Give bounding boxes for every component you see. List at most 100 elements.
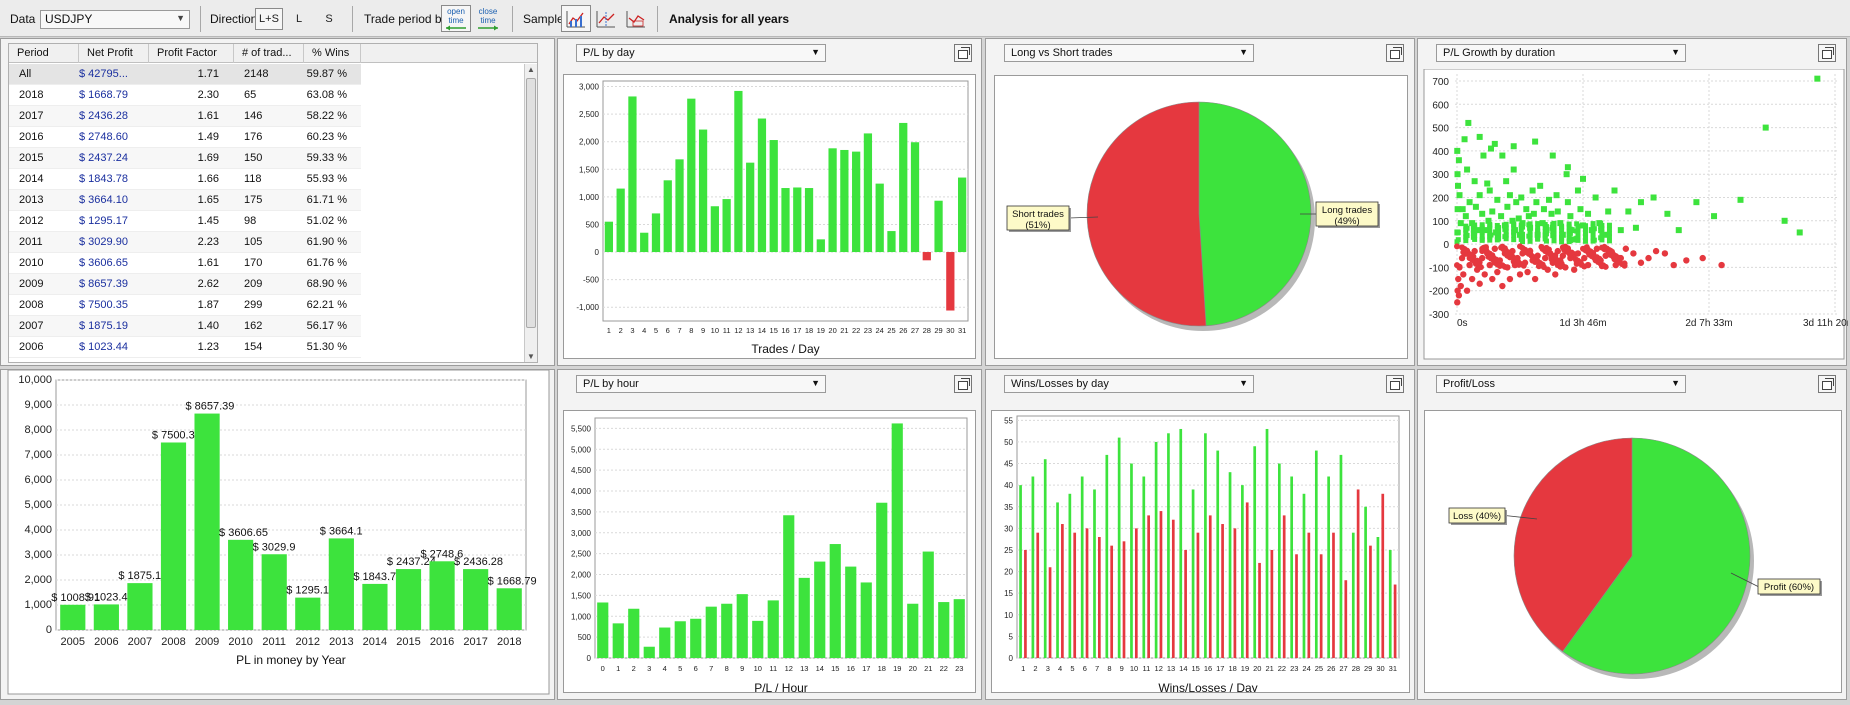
growth-chart: -300 -200 -100 0 100 200 300 400 500 600 700 0s 1d 3… [1418,68,1850,365]
loss-point [1645,254,1652,262]
scroll-down-icon[interactable]: ▼ [527,352,535,361]
x-tick-label: 12 [1155,664,1163,673]
pl-by-day-dropdown[interactable]: P/L by day ▼ [576,44,826,62]
y-tick-label: -300 [1429,310,1449,321]
profit-point [1564,199,1571,206]
x-tick-label: 14 [1179,664,1187,673]
loss-bar [1332,532,1335,658]
x-tick-label: 2017 [463,636,487,648]
maximize-button[interactable] [954,375,972,393]
bar [887,231,896,253]
bar [767,600,779,658]
cell-period: 2009 [19,278,44,290]
x-tick-label: 0 [601,664,605,673]
wins-losses-dropdown[interactable]: Wins/Losses by day ▼ [1004,375,1254,393]
loss-point [1562,264,1569,271]
loss-point [1630,250,1637,257]
table-row[interactable]: 2006 $ 1023.44 1.23 154 51.30 % [9,337,361,358]
table-row[interactable]: 2008 $ 7500.35 1.87 299 62.21 % [9,295,361,316]
loss-point [1496,257,1504,264]
win-bar [1339,454,1343,658]
loss-point [1516,271,1524,278]
maximize-button[interactable] [954,44,972,62]
table-row[interactable]: 2009 $ 8657.39 2.62 209 68.90 % [9,274,361,295]
profit-point [1465,119,1472,126]
table-row[interactable]: 2011 $ 3029.90 2.23 105 61.90 % [9,232,361,253]
direction-long-button[interactable]: L [285,8,313,30]
cell-trades: 65 [244,89,257,101]
pl-by-hour-dropdown[interactable]: P/L by hour ▼ [576,375,826,393]
table-scrollbar[interactable]: ▲ ▼ [524,64,537,362]
sample-is-button[interactable] [591,5,621,32]
wins-losses-title: Wins/Losses by day [1011,378,1109,390]
loss-point [1482,244,1489,251]
y-tick-label: 7,000 [24,449,52,461]
cell-profit-factor: 1.71 [197,68,219,80]
profit-point [1539,220,1546,227]
direction-both-button[interactable]: L+S [255,8,283,30]
sample-all-button[interactable] [561,5,591,32]
column-header-profit-factor[interactable]: Profit Factor [149,44,234,63]
maximize-button[interactable] [1818,375,1836,393]
sample-oos-button[interactable] [621,5,651,32]
bar [746,162,755,253]
column-header-period[interactable]: Period [9,44,79,63]
pl-by-day-svg: -1,000 -500 0 500 1,000 1,500 2,000 2,500 3,000 1… [576,80,969,356]
table-row[interactable]: 2018 $ 1668.79 2.30 65 63.08 % [9,85,361,106]
bar [496,588,522,630]
growth-dropdown[interactable]: P/L Growth by duration ▼ [1436,44,1686,62]
long-short-dropdown[interactable]: Long vs Short trades ▼ [1004,44,1254,62]
scroll-thumb[interactable] [526,78,536,328]
maximize-button[interactable] [1386,375,1404,393]
x-tick-label: 4 [1058,664,1062,673]
x-tick-label: 7 [677,326,681,335]
loss-point [1564,245,1572,252]
column-header-trades[interactable]: # of trad... [234,44,304,63]
table-row[interactable]: 2007 $ 1875.19 1.40 162 56.17 % [9,316,361,337]
table-row[interactable]: 2012 $ 1295.17 1.45 98 51.02 % [9,211,361,232]
chevron-down-icon: ▼ [1239,378,1248,388]
bar [675,159,684,253]
cell-net-profit: $ 1875.19 [79,320,128,332]
table-row[interactable]: 2014 $ 1843.78 1.66 118 55.93 % [9,169,361,190]
open-time-button[interactable]: open time [441,5,471,32]
scroll-up-icon[interactable]: ▲ [527,65,535,74]
table-header: Period Net Profit Profit Factor # of tra… [9,44,537,63]
maximize-button[interactable] [1818,44,1836,62]
win-bar [1204,433,1207,658]
loss-point [1617,254,1624,262]
direction-short-button[interactable]: S [315,8,343,30]
x-tick-label: 15 [1192,664,1200,673]
profit-point [1549,152,1556,159]
callout-text: Short trades [1012,209,1064,220]
loss-bar [1393,584,1397,658]
table-row[interactable]: 2010 $ 3606.65 1.61 170 61.76 % [9,253,361,274]
data-label: $ 1875.19 [118,570,167,582]
symbol-dropdown[interactable]: USDJPY ▼ [40,10,190,29]
table-row[interactable]: All $ 42795... 1.71 2148 59.87 % [9,64,361,85]
maximize-button[interactable] [1386,44,1404,62]
table-row[interactable]: 2013 $ 3664.10 1.65 175 61.71 % [9,190,361,211]
close-time-button[interactable]: close time [473,5,503,32]
column-header-wins[interactable]: % Wins [304,44,361,63]
y-tick-label: 3,000 [579,83,600,92]
profit-point [1588,227,1595,234]
table-row[interactable]: 2015 $ 2437.24 1.69 150 59.33 % [9,148,361,169]
profit-loss-dropdown[interactable]: Profit/Loss ▼ [1436,375,1686,393]
profit-point [1518,194,1525,201]
bar [829,544,841,658]
cell-trades: 170 [244,257,263,269]
cell-net-profit: $ 1023.44 [79,341,128,353]
win-bar [1290,476,1294,658]
loss-point [1542,254,1549,262]
y-tick-label: 700 [1432,77,1449,88]
x-tick-label: 14 [816,664,824,673]
table-row[interactable]: 2017 $ 2436.28 1.61 146 58.22 % [9,106,361,127]
profit-point [1459,206,1466,213]
y-tick-label: 0 [46,624,52,636]
loss-point [1454,299,1461,306]
table-row[interactable]: 2016 $ 2748.60 1.49 176 60.23 % [9,127,361,148]
bar [828,148,837,253]
column-header-net-profit[interactable]: Net Profit [79,44,149,63]
y-tick-label: 10 [1004,611,1013,620]
